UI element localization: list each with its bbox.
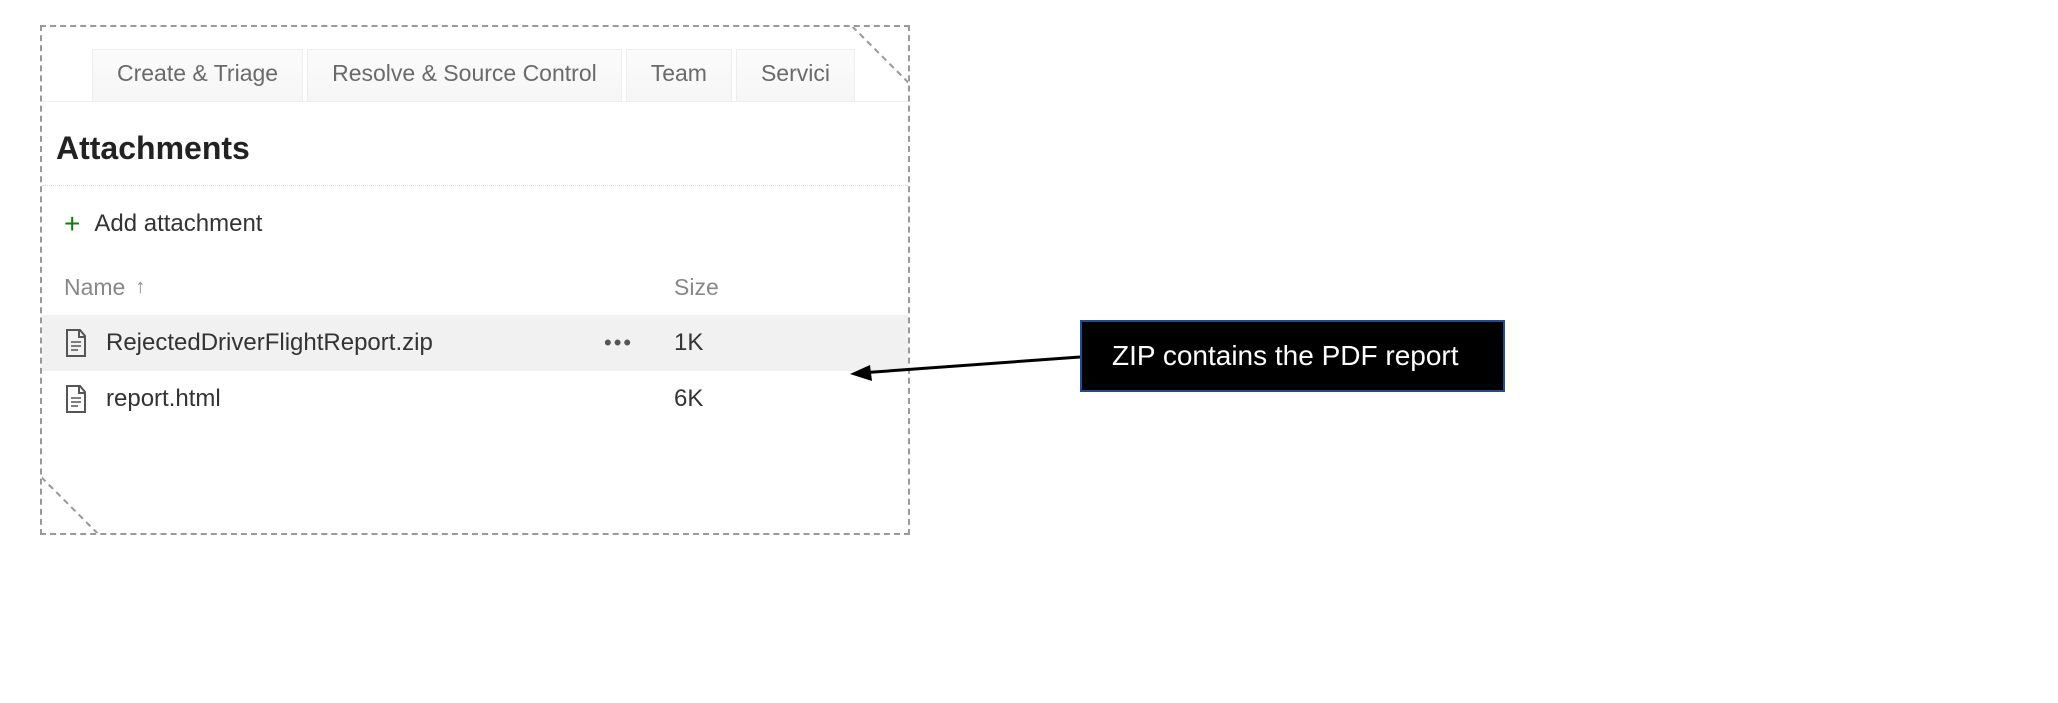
table-row[interactable]: RejectedDriverFlightReport.zip ••• 1K [42, 315, 908, 371]
tab-servicing[interactable]: Servici [736, 49, 855, 101]
file-name: report.html [106, 385, 221, 413]
add-attachment-label: Add attachment [94, 210, 262, 238]
table-header: Name ↑ Size [42, 268, 908, 315]
table-row[interactable]: report.html 6K [42, 371, 908, 427]
column-header-name[interactable]: Name ↑ [64, 274, 674, 301]
plus-icon: + [64, 210, 80, 238]
file-icon [64, 329, 88, 357]
file-name-cell: RejectedDriverFlightReport.zip [64, 329, 604, 357]
attachments-panel: Create & Triage Resolve & Source Control… [40, 25, 910, 535]
file-size: 6K [674, 385, 703, 413]
section-title: Attachments [42, 102, 908, 186]
corner-cut-decoration [40, 476, 99, 535]
tab-create-triage[interactable]: Create & Triage [92, 49, 303, 101]
file-icon [64, 385, 88, 413]
column-header-size[interactable]: Size [674, 274, 719, 301]
column-name-label: Name [64, 274, 125, 301]
tab-team[interactable]: Team [626, 49, 732, 101]
sort-ascending-icon: ↑ [135, 276, 145, 299]
file-name-cell: report.html [64, 385, 604, 413]
tabs-row: Create & Triage Resolve & Source Control… [42, 27, 908, 102]
row-actions-menu[interactable]: ••• [604, 330, 674, 356]
annotation-text: ZIP contains the PDF report [1112, 340, 1459, 371]
add-attachment-button[interactable]: + Add attachment [42, 186, 908, 268]
file-name: RejectedDriverFlightReport.zip [106, 329, 433, 357]
file-size: 1K [674, 329, 703, 357]
annotation-arrow-icon [850, 345, 1090, 385]
tab-resolve-source-control[interactable]: Resolve & Source Control [307, 49, 622, 101]
annotation-callout: ZIP contains the PDF report [1080, 320, 1505, 392]
